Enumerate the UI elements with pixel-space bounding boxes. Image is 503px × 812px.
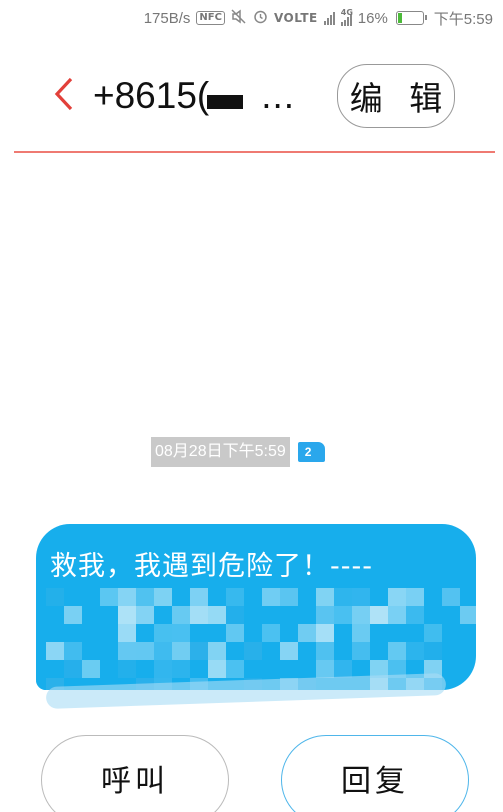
message-timestamp: 08月28日下午5:59 bbox=[151, 437, 290, 467]
network-4g-icon: 4G bbox=[340, 8, 353, 26]
redaction-mask bbox=[207, 95, 244, 109]
title-ellipsis: ... bbox=[261, 75, 296, 116]
pixel-block bbox=[190, 588, 208, 606]
pixel-block bbox=[154, 588, 172, 606]
pixel-block bbox=[316, 606, 334, 624]
pixel-block bbox=[46, 642, 64, 660]
pixel-block bbox=[460, 606, 476, 624]
edit-button[interactable]: 编 辑 bbox=[337, 64, 455, 128]
status-bar: 175B/s NFC VOLTE 4G 16% 下午5:59 bbox=[0, 0, 503, 36]
pixel-block bbox=[46, 588, 64, 606]
pixel-block bbox=[226, 660, 244, 678]
pixel-block bbox=[334, 660, 352, 678]
pixel-block bbox=[334, 588, 352, 606]
pixel-block bbox=[136, 588, 154, 606]
pixel-block bbox=[352, 642, 370, 660]
volte-indicator: VOLTE bbox=[273, 11, 318, 25]
pixel-block bbox=[262, 624, 280, 642]
pixel-block bbox=[136, 606, 154, 624]
pixel-block bbox=[118, 606, 136, 624]
pixel-block bbox=[118, 588, 136, 606]
contact-title: +8615( ... bbox=[93, 70, 295, 122]
call-button[interactable]: 呼叫 bbox=[41, 735, 229, 812]
pixel-block bbox=[370, 606, 388, 624]
timestamp-row: 08月28日下午5:59 2 bbox=[151, 437, 325, 467]
nfc-icon: NFC bbox=[196, 11, 225, 25]
pixel-block bbox=[424, 642, 442, 660]
alarm-icon bbox=[253, 9, 268, 28]
pixel-block bbox=[136, 642, 154, 660]
pixel-block bbox=[118, 660, 136, 678]
pixel-block bbox=[64, 606, 82, 624]
message-text: 救我，我遇到危险了！---- bbox=[50, 551, 373, 582]
pixel-block bbox=[100, 588, 118, 606]
back-button[interactable] bbox=[48, 74, 80, 118]
pixel-block bbox=[352, 606, 370, 624]
pixel-block bbox=[406, 642, 424, 660]
pixel-block bbox=[316, 642, 334, 660]
pixel-block bbox=[352, 588, 370, 606]
pixel-block bbox=[190, 642, 208, 660]
clock: 下午5:59 bbox=[433, 10, 493, 28]
pixel-block bbox=[298, 624, 316, 642]
header-divider bbox=[14, 151, 495, 153]
reply-button[interactable]: 回复 bbox=[281, 735, 469, 812]
pixel-block bbox=[316, 624, 334, 642]
pixel-block bbox=[172, 624, 190, 642]
pixel-block bbox=[406, 606, 424, 624]
phone-number: +8615( bbox=[93, 75, 210, 116]
pixel-block bbox=[172, 642, 190, 660]
battery-percent: 16% bbox=[357, 9, 388, 27]
pixel-block bbox=[190, 606, 208, 624]
pixel-block bbox=[244, 642, 262, 660]
pixel-block bbox=[352, 624, 370, 642]
pixel-block bbox=[316, 660, 334, 678]
pixel-block bbox=[172, 660, 190, 678]
mute-icon bbox=[231, 8, 247, 28]
pixel-block bbox=[208, 660, 226, 678]
pixel-block bbox=[118, 642, 136, 660]
chevron-left-icon bbox=[53, 76, 75, 116]
pixel-block bbox=[64, 660, 82, 678]
pixel-block bbox=[334, 606, 352, 624]
pixel-block bbox=[226, 606, 244, 624]
pixel-block bbox=[406, 588, 424, 606]
pixel-block bbox=[154, 624, 172, 642]
pixel-block bbox=[388, 642, 406, 660]
pixel-block bbox=[118, 624, 136, 642]
network-speed: 175B/s bbox=[143, 9, 191, 27]
pixel-block bbox=[208, 606, 226, 624]
pixel-block bbox=[280, 588, 298, 606]
pixel-block bbox=[226, 624, 244, 642]
pixel-block bbox=[82, 660, 100, 678]
battery-icon bbox=[395, 11, 427, 25]
pixel-block bbox=[424, 624, 442, 642]
pixel-block bbox=[316, 588, 334, 606]
pixel-block bbox=[208, 642, 226, 660]
pixel-block bbox=[154, 660, 172, 678]
pixel-block bbox=[172, 606, 190, 624]
pixel-block bbox=[388, 606, 406, 624]
pixel-block bbox=[388, 588, 406, 606]
signal-icon bbox=[323, 11, 335, 25]
pixel-block bbox=[262, 588, 280, 606]
message-bubble[interactable]: 救我，我遇到危险了！---- bbox=[36, 524, 476, 690]
sim-card-icon: 2 bbox=[297, 442, 325, 462]
pixel-block bbox=[442, 588, 460, 606]
pixel-block bbox=[226, 588, 244, 606]
conversation-header: +8615( ... 编 辑 bbox=[0, 56, 503, 136]
pixel-block bbox=[154, 642, 172, 660]
pixel-block bbox=[280, 642, 298, 660]
pixel-block bbox=[64, 642, 82, 660]
